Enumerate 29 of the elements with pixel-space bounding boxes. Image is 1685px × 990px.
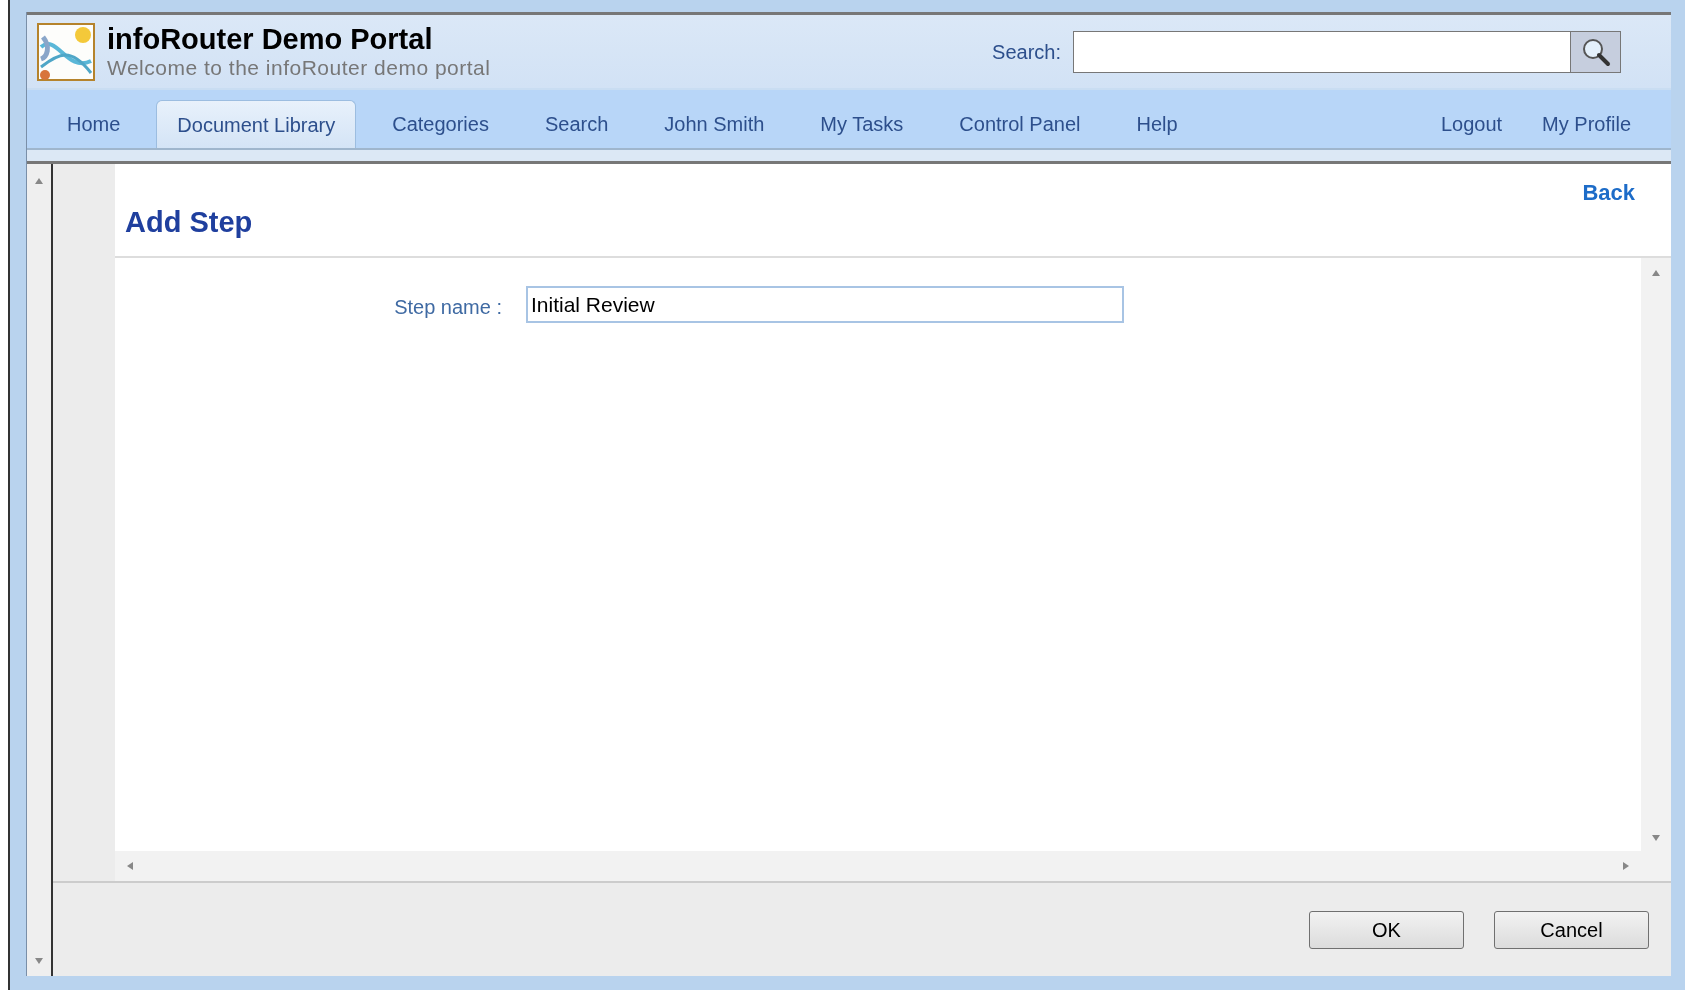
scroll-up-icon[interactable] — [1652, 268, 1660, 276]
portal-subtitle: Welcome to the infoRouter demo portal — [107, 54, 491, 81]
search-icon — [1580, 36, 1611, 67]
nav-tab[interactable]: Search — [524, 100, 629, 148]
step-name-label: Step name : — [393, 295, 503, 320]
search-field[interactable] — [1073, 30, 1571, 73]
search-label: Search: — [992, 39, 1061, 65]
nav-tab[interactable]: John Smith — [644, 100, 785, 148]
dialog-button[interactable]: Cancel — [1494, 910, 1649, 949]
nav-tab[interactable]: Home — [47, 100, 141, 148]
nav-tab[interactable]: Document Library — [156, 100, 357, 148]
scroll-down-icon[interactable] — [35, 956, 43, 964]
dialog-button[interactable]: OK — [1309, 910, 1464, 949]
scroll-down-icon[interactable] — [1652, 833, 1660, 841]
nav-tab[interactable]: Control Panel — [939, 100, 1101, 148]
scroll-up-icon[interactable] — [35, 176, 43, 184]
back-link[interactable]: Back — [1582, 176, 1635, 209]
portal-title: infoRouter Demo Portal — [107, 22, 434, 55]
scroll-left-icon[interactable] — [125, 862, 133, 870]
nav-tab[interactable]: Help — [1116, 100, 1198, 148]
page-title: Add Step — [125, 204, 253, 240]
logo-icon — [37, 22, 95, 81]
scroll-right-icon[interactable] — [1623, 862, 1631, 870]
nav-link[interactable]: Logout — [1420, 100, 1523, 148]
nav-link[interactable]: My Profile — [1522, 100, 1651, 148]
nav-tab[interactable]: Categories — [372, 100, 509, 148]
nav-tab[interactable]: My Tasks — [800, 100, 924, 148]
step-name-field[interactable]: Initial Review — [526, 286, 1124, 323]
search-button[interactable] — [1571, 30, 1621, 73]
